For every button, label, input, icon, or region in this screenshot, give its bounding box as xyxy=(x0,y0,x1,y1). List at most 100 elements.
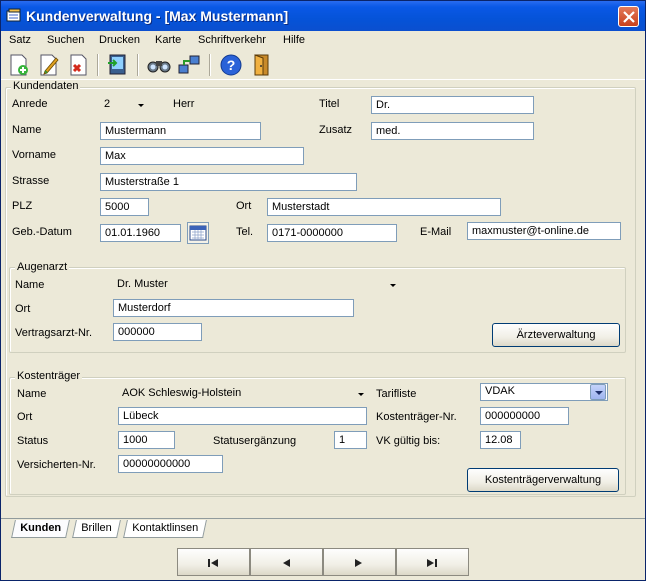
calendar-button[interactable] xyxy=(187,222,209,244)
aerzteverwaltung-button[interactable]: Ärzteverwaltung xyxy=(492,323,620,347)
window-title: Kundenverwaltung - [Max Mustermann] xyxy=(26,8,289,24)
versicherten-nr-field[interactable]: 00000000000 xyxy=(118,455,223,473)
menu-suchen[interactable]: Suchen xyxy=(47,34,84,46)
last-record-icon xyxy=(427,559,437,567)
toolbar-separator xyxy=(97,54,99,76)
kostentraeger-ort-label: Ort xyxy=(17,411,33,423)
augenarzt-dropdown-arrow-icon[interactable] xyxy=(387,277,399,293)
record-navigation xyxy=(177,548,470,576)
new-record-button[interactable] xyxy=(7,53,31,77)
delete-record-icon xyxy=(70,54,87,76)
tab-kunden[interactable]: Kunden xyxy=(11,520,70,538)
status-field[interactable]: 1000 xyxy=(118,431,175,449)
statusergaenzung-label: Statusergänzung xyxy=(213,435,297,447)
zusatz-label: Zusatz xyxy=(319,124,353,136)
import-icon xyxy=(108,54,126,75)
plz-field[interactable]: 5000 xyxy=(100,198,149,216)
exit-button[interactable] xyxy=(249,53,273,77)
tab-kontaktlinsen-label: Kontaktlinsen xyxy=(132,522,199,534)
augenarzt-name-label: Name xyxy=(15,279,45,291)
last-record-button[interactable] xyxy=(396,548,469,576)
tarifliste-select[interactable]: VDAK xyxy=(480,383,608,401)
anrede-dropdown-arrow-icon[interactable] xyxy=(135,97,147,113)
kostentraeger-dropdown-arrow-icon[interactable] xyxy=(355,386,367,402)
tel-label: Tel. xyxy=(236,226,254,238)
augenarzt-ort-field[interactable]: Musterdorf xyxy=(113,299,354,317)
vertragsarzt-label: Vertragsarzt-Nr. xyxy=(15,327,93,339)
menu-drucken[interactable]: Drucken xyxy=(99,34,140,46)
menu-karte[interactable]: Karte xyxy=(155,34,181,46)
tarifliste-dropdown-arrow-icon[interactable] xyxy=(590,384,606,400)
kundendaten-title: Kundendaten xyxy=(11,80,81,92)
geb-datum-field[interactable]: 01.01.1960 xyxy=(100,224,181,242)
tel-field[interactable]: 0171-0000000 xyxy=(267,224,397,242)
zusatz-field[interactable]: med. xyxy=(371,122,534,140)
tarifliste-label: Tarifliste xyxy=(376,388,417,400)
kostentraeger-nr-label: Kostenträger-Nr. xyxy=(376,411,457,423)
anrede-text: Herr xyxy=(173,98,195,110)
svg-text:?: ? xyxy=(227,57,236,73)
next-record-button[interactable] xyxy=(323,548,396,576)
edit-record-button[interactable] xyxy=(37,53,61,77)
kostentraeger-title: Kostenträger xyxy=(15,370,82,382)
vk-gueltig-field[interactable]: 12.08 xyxy=(480,431,521,449)
status-label: Status xyxy=(17,435,49,447)
ort-field[interactable]: Musterstadt xyxy=(267,198,501,216)
ort-label: Ort xyxy=(236,200,252,212)
name-field[interactable]: Mustermann xyxy=(100,122,261,140)
app-icon xyxy=(6,8,21,22)
connect-button[interactable] xyxy=(177,53,201,77)
anrede-value[interactable]: 2 xyxy=(104,98,110,110)
augenarzt-title: Augenarzt xyxy=(15,261,70,273)
kostentraeger-nr-field[interactable]: 000000000 xyxy=(480,407,569,425)
delete-record-button[interactable] xyxy=(67,53,91,77)
tab-kontaktlinsen[interactable]: Kontaktlinsen xyxy=(123,520,207,538)
connect-icon xyxy=(178,55,200,74)
close-button[interactable] xyxy=(618,6,639,27)
menu-bar: Satz Suchen Drucken Karte Schriftverkehr… xyxy=(1,31,645,50)
application-window: Kundenverwaltung - [Max Mustermann] Satz… xyxy=(0,0,646,581)
titel-field[interactable]: Dr. xyxy=(371,96,534,114)
augenarzt-name-value[interactable]: Dr. Muster xyxy=(117,278,168,290)
next-record-icon xyxy=(355,559,362,567)
vk-gueltig-label: VK gültig bis: xyxy=(376,435,441,447)
kostentraeger-name-value[interactable]: AOK Schleswig-Holstein xyxy=(122,387,241,399)
tab-strip: Kunden Brillen Kontaktlinsen xyxy=(1,518,645,538)
email-field[interactable]: maxmuster@t-online.de xyxy=(467,222,621,240)
new-record-icon xyxy=(10,54,28,76)
menu-hilfe[interactable]: Hilfe xyxy=(283,34,305,46)
strasse-field[interactable]: Musterstraße 1 xyxy=(100,173,357,191)
tarifliste-value: VDAK xyxy=(485,385,515,397)
vorname-field[interactable]: Max xyxy=(100,147,304,165)
name-label: Name xyxy=(12,124,42,136)
help-icon: ? xyxy=(220,54,242,76)
first-record-icon xyxy=(208,559,218,567)
toolbar-separator xyxy=(137,54,139,76)
calendar-icon xyxy=(189,225,207,241)
exit-door-icon xyxy=(254,54,269,76)
toolbar-separator xyxy=(209,54,211,76)
vertragsarzt-field[interactable]: 000000 xyxy=(113,323,202,341)
menu-satz[interactable]: Satz xyxy=(9,34,31,46)
anrede-label: Anrede xyxy=(12,98,48,110)
kostentraeger-ort-field[interactable]: Lübeck xyxy=(118,407,367,425)
geb-datum-label: Geb.-Datum xyxy=(12,226,72,238)
import-button[interactable] xyxy=(105,53,129,77)
statusergaenzung-field[interactable]: 1 xyxy=(334,431,367,449)
plz-label: PLZ xyxy=(12,200,33,212)
augenarzt-ort-label: Ort xyxy=(15,303,31,315)
titel-label: Titel xyxy=(319,98,340,110)
tab-brillen[interactable]: Brillen xyxy=(72,520,121,538)
title-bar[interactable]: Kundenverwaltung - [Max Mustermann] xyxy=(1,1,645,31)
previous-record-button[interactable] xyxy=(250,548,323,576)
menu-schriftverkehr[interactable]: Schriftverkehr xyxy=(198,34,266,46)
vorname-label: Vorname xyxy=(12,149,57,161)
search-button[interactable] xyxy=(147,53,171,77)
previous-record-icon xyxy=(283,559,290,567)
help-button[interactable]: ? xyxy=(219,53,243,77)
email-label: E-Mail xyxy=(420,226,452,238)
kostentraegerverwaltung-button[interactable]: Kostenträgerverwaltung xyxy=(467,468,619,492)
close-icon xyxy=(623,11,635,23)
first-record-button[interactable] xyxy=(177,548,250,576)
search-binoculars-icon xyxy=(147,61,171,73)
